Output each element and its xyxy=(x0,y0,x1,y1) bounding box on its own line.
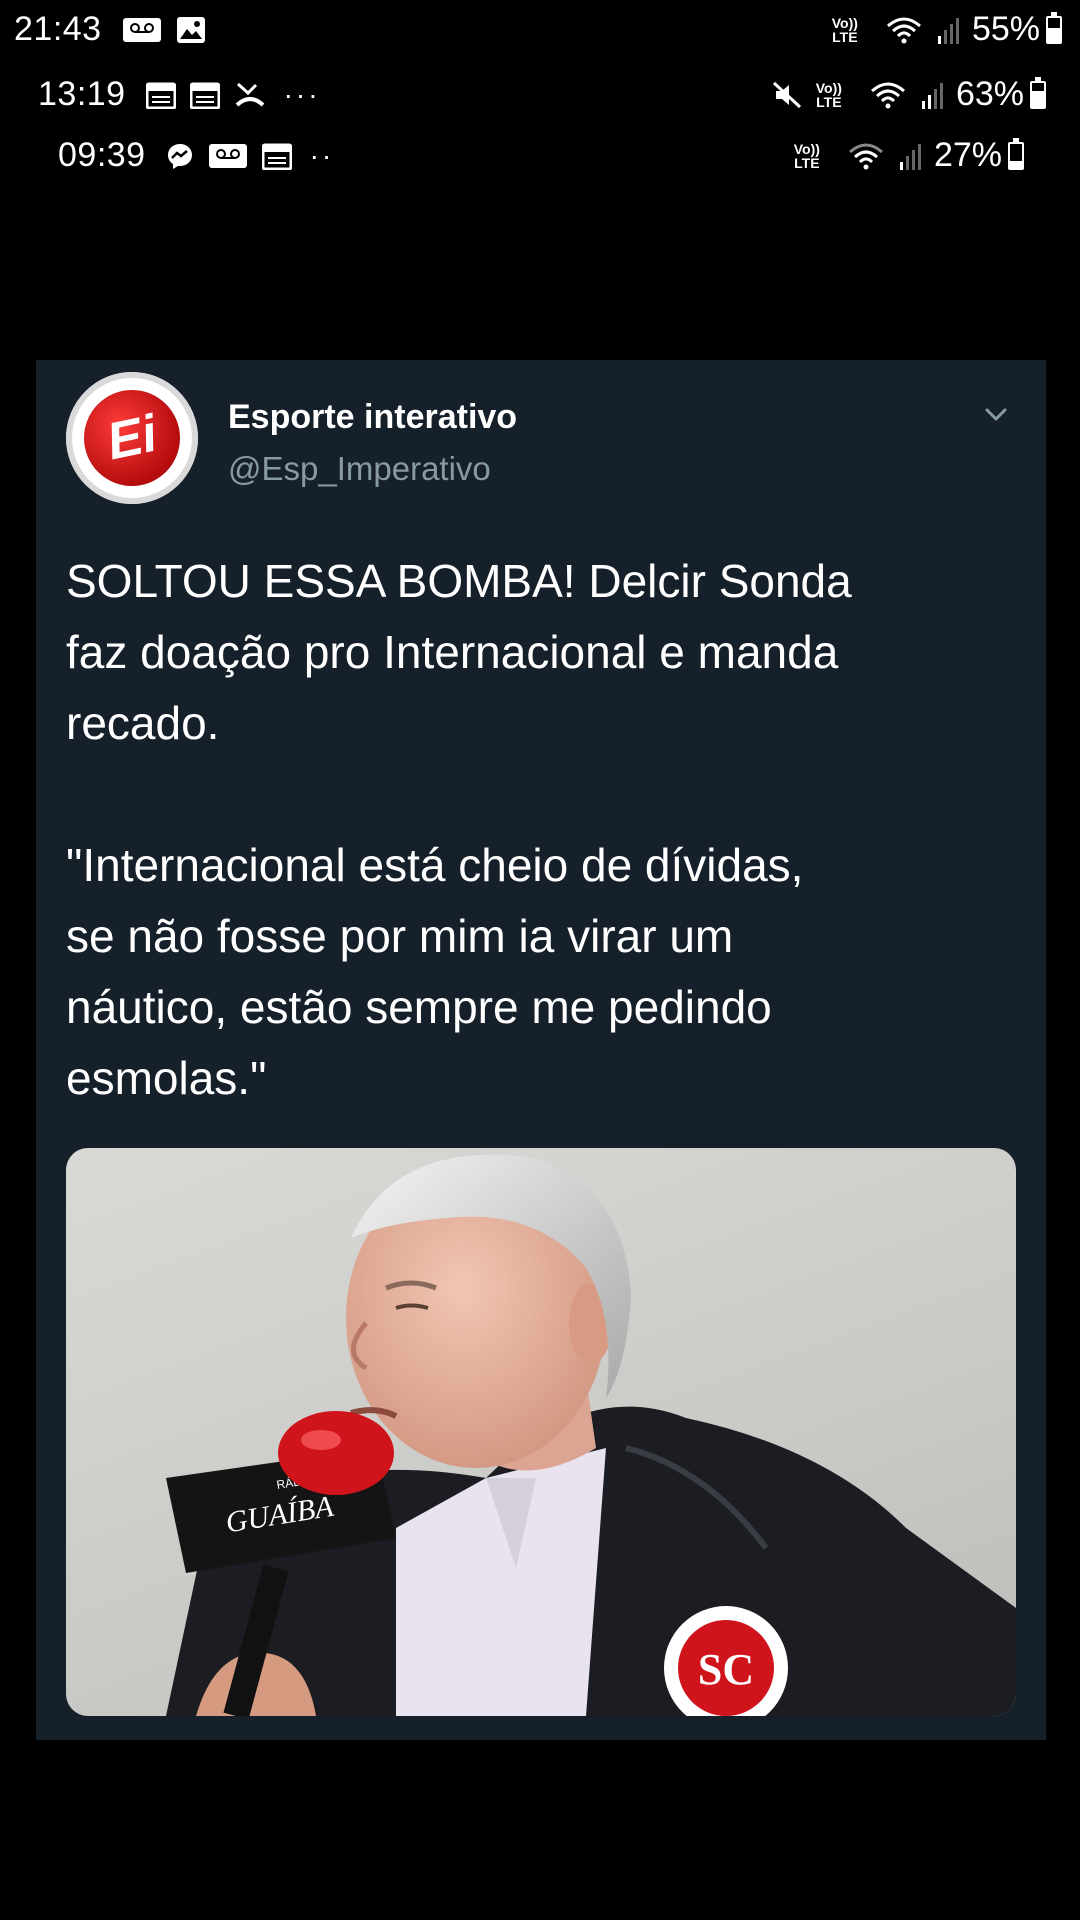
wifi-icon xyxy=(886,16,922,44)
tweet-line: SOLTOU ESSA BOMBA! Delcir Sonda xyxy=(66,555,852,607)
battery-icon xyxy=(1046,11,1062,44)
account-handle[interactable]: @Esp_Imperativo xyxy=(228,450,491,488)
battery-icon xyxy=(1008,137,1024,170)
more-notifications: ··· xyxy=(283,78,321,110)
tweet-line: "Internacional está cheio de dívidas, xyxy=(66,839,804,891)
mute-icon xyxy=(772,80,802,110)
battery-fill xyxy=(1010,161,1022,168)
battery-percent: 55% xyxy=(971,10,1040,48)
tweet-line: faz doação pro Internacional e manda xyxy=(66,626,839,678)
clock: 09:39 xyxy=(58,136,146,174)
tweet-line: esmolas." xyxy=(66,1052,267,1104)
volte-indicator: Vo)) LTE xyxy=(793,140,820,171)
tweet-line: náutico, estão sempre me pedindo xyxy=(66,981,772,1033)
tweet-card[interactable]: Ei Esporte interativo @Esp_Imperativo SO… xyxy=(36,360,1046,1740)
photo-illustration: SC GUAÍBA RÁDIO xyxy=(166,1154,1016,1716)
battery-icon xyxy=(1030,76,1046,109)
battery-percent: 27% xyxy=(933,136,1002,174)
status-bar-1: 21:43 Vo)) LTE 55% xyxy=(0,10,1080,49)
avatar[interactable]: Ei xyxy=(66,372,198,504)
clock: 21:43 xyxy=(14,10,102,48)
wifi-icon xyxy=(848,142,884,170)
tweet-text: SOLTOU ESSA BOMBA! Delcir Sonda faz doaç… xyxy=(66,546,1026,1114)
status-bar-2: 13:19 ··· Vo)) LTE 63% xyxy=(0,75,1080,114)
clock: 13:19 xyxy=(38,75,126,113)
tweet-line: se não fosse por mim ia virar um xyxy=(66,910,734,962)
volte-indicator: Vo)) LTE xyxy=(815,79,842,110)
volte-indicator: Vo)) LTE xyxy=(831,14,858,45)
signal-icon xyxy=(936,16,962,44)
account-name[interactable]: Esporte interativo xyxy=(228,398,517,437)
svg-text:SC: SC xyxy=(698,1645,754,1694)
calendar-icon xyxy=(261,142,292,170)
tweet-photo[interactable]: SC GUAÍBA RÁDIO xyxy=(66,1148,1016,1716)
tweet-line: recado. xyxy=(66,697,220,749)
signal-icon xyxy=(920,81,946,109)
image-icon xyxy=(176,16,206,44)
chevron-down-icon[interactable] xyxy=(980,398,1012,430)
calendar-icon xyxy=(189,81,220,109)
more-notifications: ·· xyxy=(309,139,335,171)
calendar-icon xyxy=(145,81,176,109)
battery-percent: 63% xyxy=(955,75,1024,113)
battery-fill xyxy=(1048,28,1060,42)
voicemail-icon xyxy=(122,17,162,43)
wifi-icon xyxy=(870,81,906,109)
signal-icon xyxy=(898,142,924,170)
battery-fill xyxy=(1032,91,1044,107)
voicemail-icon xyxy=(208,143,248,169)
status-bar-3: 09:39 ·· Vo)) LTE 27% xyxy=(0,136,1080,175)
logo: Ei xyxy=(75,381,189,495)
missed-call-icon xyxy=(234,81,266,109)
messenger-icon xyxy=(166,142,194,170)
